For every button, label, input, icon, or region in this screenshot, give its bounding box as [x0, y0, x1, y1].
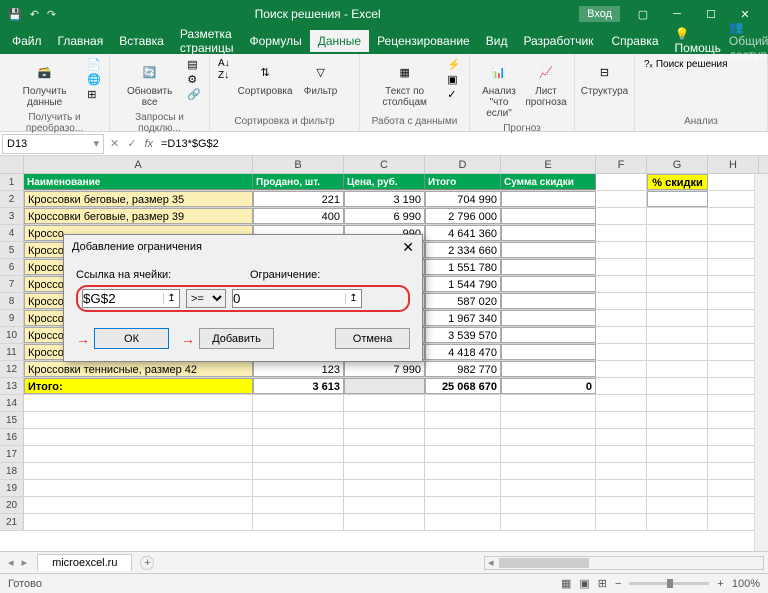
- sort-az-icon[interactable]: A↓: [218, 58, 230, 69]
- filter-button[interactable]: ▽ Фильтр: [301, 58, 341, 99]
- constraint-label: Ограничение:: [250, 269, 320, 281]
- add-button[interactable]: Добавить: [199, 328, 274, 349]
- maximize-icon[interactable]: ☐: [696, 8, 726, 21]
- tab-view[interactable]: Вид: [478, 30, 516, 52]
- queries-icon[interactable]: ▤: [187, 58, 201, 71]
- minimize-icon[interactable]: ─: [662, 8, 692, 21]
- group-icon: ⊟: [593, 60, 617, 84]
- group-label: Сортировка и фильтр: [218, 116, 351, 127]
- col-header[interactable]: E: [501, 156, 596, 173]
- cancel-formula-icon[interactable]: ✕: [110, 137, 119, 150]
- view-layout-icon[interactable]: ▣: [579, 577, 589, 590]
- sheet-tab[interactable]: microexcel.ru: [37, 554, 132, 571]
- add-sheet-button[interactable]: +: [140, 556, 154, 570]
- save-icon[interactable]: 💾: [8, 8, 22, 21]
- from-table-icon[interactable]: ⊞: [87, 88, 101, 101]
- group-label: Получить и преобразо...: [8, 112, 101, 134]
- sort-button[interactable]: ⇅ Сортировка: [236, 58, 295, 99]
- from-text-icon[interactable]: 📄: [87, 58, 101, 71]
- validation-icon[interactable]: ✓: [447, 88, 461, 101]
- col-header[interactable]: H: [708, 156, 759, 173]
- zoom-slider[interactable]: [629, 582, 709, 585]
- links-icon[interactable]: 🔗: [187, 88, 201, 101]
- share-button[interactable]: 👥 Общий доступ: [729, 20, 768, 62]
- zoom-out-icon[interactable]: −: [615, 578, 621, 590]
- fx-icon[interactable]: fx: [140, 138, 157, 150]
- col-header[interactable]: B: [253, 156, 344, 173]
- tab-home[interactable]: Главная: [50, 30, 112, 52]
- get-data-button[interactable]: 🗃️ Получить данные: [8, 58, 81, 110]
- tab-insert[interactable]: Вставка: [111, 30, 172, 52]
- from-web-icon[interactable]: 🌐: [87, 73, 101, 86]
- dialog-title: Добавление ограничения: [72, 241, 202, 253]
- refresh-icon: 🔄: [138, 60, 162, 84]
- remove-dup-icon[interactable]: ▣: [447, 73, 461, 86]
- zoom-in-icon[interactable]: +: [717, 578, 723, 590]
- cancel-button[interactable]: Отмена: [335, 328, 410, 349]
- group-label: Прогноз: [478, 123, 566, 134]
- collapse-icon[interactable]: ↥: [345, 293, 361, 304]
- select-all-corner[interactable]: [0, 156, 24, 173]
- view-normal-icon[interactable]: ▦: [561, 577, 571, 590]
- horizontal-scrollbar[interactable]: ◂: [484, 556, 764, 570]
- forecast-button[interactable]: 📈 Лист прогноза: [526, 58, 566, 110]
- operator-select[interactable]: >=: [186, 289, 226, 308]
- arrow-annotation: →: [181, 331, 195, 347]
- group-label: Запросы и подклю...: [118, 112, 201, 134]
- redo-icon[interactable]: ↷: [47, 8, 56, 21]
- text-to-columns-button[interactable]: ▦ Текст по столбцам: [368, 58, 441, 110]
- tab-help[interactable]: Справка: [603, 30, 666, 52]
- text-columns-icon: ▦: [393, 60, 417, 84]
- view-break-icon[interactable]: ⊞: [598, 577, 607, 590]
- col-header[interactable]: A: [24, 156, 253, 173]
- cell-ref-label: Ссылка на ячейки:: [76, 269, 194, 281]
- structure-button[interactable]: ⊟ Структура: [583, 58, 626, 99]
- login-button[interactable]: Вход: [579, 6, 620, 22]
- ok-button[interactable]: ОК: [94, 328, 169, 349]
- status-text: Готово: [8, 578, 42, 590]
- sheet-nav-next[interactable]: ▸: [18, 556, 32, 569]
- constraint-input[interactable]: ↥: [232, 289, 362, 308]
- tab-formulas[interactable]: Формулы: [241, 30, 309, 52]
- accept-formula-icon[interactable]: ✓: [127, 137, 136, 150]
- col-header[interactable]: D: [425, 156, 501, 173]
- tab-file[interactable]: Файл: [4, 30, 50, 52]
- funnel-icon: ▽: [309, 60, 333, 84]
- whatif-button[interactable]: 📊 Анализ "что если": [478, 58, 520, 121]
- group-label: Анализ: [643, 116, 759, 127]
- database-icon: 🗃️: [33, 60, 57, 84]
- ribbon-options-icon[interactable]: ▢: [628, 8, 658, 21]
- dialog-close-icon[interactable]: ✕: [402, 239, 414, 256]
- col-header[interactable]: C: [344, 156, 425, 173]
- app-title: Поиск решения - Excel: [56, 7, 579, 21]
- formula-input[interactable]: [157, 137, 768, 151]
- vertical-scrollbar[interactable]: [754, 174, 768, 551]
- name-box[interactable]: D13▾: [2, 134, 104, 154]
- forecast-icon: 📈: [534, 60, 558, 84]
- flash-fill-icon[interactable]: ⚡: [447, 58, 461, 71]
- sort-icon: ⇅: [253, 60, 277, 84]
- close-icon[interactable]: ✕: [730, 8, 760, 21]
- properties-icon[interactable]: ⚙: [187, 73, 201, 86]
- tab-review[interactable]: Рецензирование: [369, 30, 478, 52]
- arrow-annotation: →: [76, 331, 90, 347]
- collapse-icon[interactable]: ↥: [163, 293, 179, 304]
- group-label: Работа с данными: [368, 116, 461, 127]
- tab-developer[interactable]: Разработчик: [515, 30, 601, 52]
- add-constraint-dialog: Добавление ограничения ✕ Ссылка на ячейк…: [63, 234, 423, 362]
- sort-za-icon[interactable]: Z↓: [218, 70, 230, 81]
- col-header[interactable]: F: [596, 156, 647, 173]
- solver-icon: ?ₓ: [644, 59, 653, 70]
- zoom-level[interactable]: 100%: [732, 578, 760, 590]
- sheet-nav-prev[interactable]: ◂: [4, 556, 18, 569]
- whatif-icon: 📊: [487, 60, 511, 84]
- tab-data[interactable]: Данные: [310, 30, 369, 52]
- undo-icon[interactable]: ↶: [30, 8, 39, 21]
- cell-ref-input[interactable]: ↥: [82, 289, 180, 308]
- col-header[interactable]: G: [647, 156, 708, 173]
- refresh-button[interactable]: 🔄 Обновить все: [118, 58, 181, 110]
